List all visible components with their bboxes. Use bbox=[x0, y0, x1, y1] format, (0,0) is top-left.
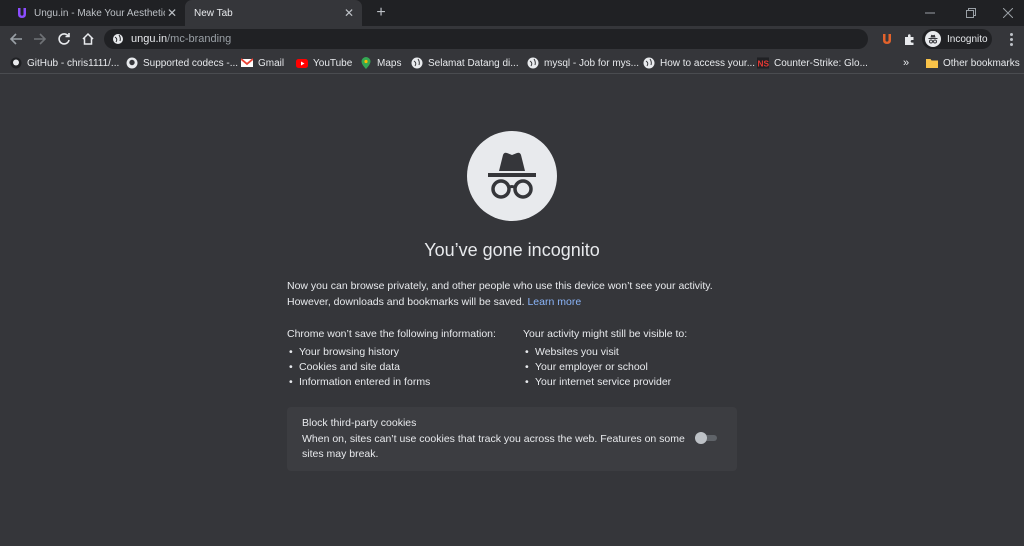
forward-arrow-icon[interactable] bbox=[31, 30, 49, 48]
list-item: Cookies and site data bbox=[287, 360, 517, 375]
learn-more-link[interactable]: Learn more bbox=[527, 296, 581, 308]
intro-line-2: However, downloads and bookmarks will be… bbox=[287, 295, 747, 311]
kebab-menu-icon[interactable] bbox=[1004, 31, 1018, 47]
address-bar[interactable]: ungu.in/mc-branding bbox=[104, 29, 868, 49]
bookmark-label: Maps bbox=[377, 57, 402, 69]
intro-line-1: Now you can browse privately, and other … bbox=[287, 280, 713, 292]
restore-window-icon[interactable] bbox=[951, 0, 991, 26]
url-host: ungu.in bbox=[131, 33, 168, 45]
bookmark-label: Selamat Datang di... bbox=[428, 57, 519, 69]
ungu-logo-icon bbox=[16, 7, 28, 19]
bookmark-label: How to access your... bbox=[660, 57, 756, 69]
toggle-knob bbox=[695, 432, 707, 444]
list-item: Your employer or school bbox=[523, 360, 753, 375]
github-icon bbox=[126, 57, 138, 69]
gmail-icon bbox=[241, 57, 253, 69]
ns-icon: NS bbox=[757, 57, 769, 69]
extensions-puzzle-icon[interactable] bbox=[901, 31, 917, 47]
bookmark-github[interactable]: GitHub - chris1111/... bbox=[10, 52, 119, 74]
incognito-profile-button[interactable]: Incognito bbox=[922, 29, 992, 49]
bookmark-label: Counter-Strike: Glo... bbox=[774, 57, 868, 69]
tab-strip: Ungu.in - Make Your Aesthetic U ✕ New Ta… bbox=[0, 0, 1024, 26]
url-path: /mc-branding bbox=[167, 33, 232, 45]
still-visible-section: Your activity might still be visible to:… bbox=[523, 327, 753, 390]
still-visible-heading: Your activity might still be visible to: bbox=[523, 328, 688, 340]
cookies-title: Block third-party cookies bbox=[302, 417, 417, 429]
bookmark-label: mysql - Job for mys... bbox=[544, 57, 640, 69]
bookmark-supported-codecs[interactable]: Supported codecs -... bbox=[126, 52, 238, 74]
list-item: Information entered in forms bbox=[287, 375, 517, 390]
toolbar: ungu.in/mc-branding Incognito bbox=[0, 26, 1024, 52]
globe-icon bbox=[411, 57, 423, 69]
cookies-description: When on, sites can’t use cookies that tr… bbox=[302, 433, 685, 460]
profile-label: Incognito bbox=[947, 33, 988, 45]
ungu-extension-icon[interactable] bbox=[879, 31, 895, 47]
bookmark-mysql[interactable]: mysql - Job for mys... bbox=[527, 52, 639, 74]
bookmark-counter-strike[interactable]: NS Counter-Strike: Glo... bbox=[757, 52, 868, 74]
bookmark-youtube[interactable]: YouTube bbox=[296, 52, 352, 74]
incognito-intro: Now you can browse privately, and other … bbox=[287, 279, 747, 310]
minimize-window-icon[interactable] bbox=[910, 0, 950, 26]
github-icon bbox=[10, 57, 22, 69]
reload-icon[interactable] bbox=[55, 30, 73, 48]
youtube-icon bbox=[296, 57, 308, 69]
bookmark-label: YouTube bbox=[313, 57, 353, 69]
cookies-toggle[interactable] bbox=[695, 432, 719, 444]
bookmark-label: GitHub - chris1111/... bbox=[27, 57, 120, 69]
bookmark-label: Supported codecs -... bbox=[143, 57, 239, 69]
bookmarks-bar: GitHub - chris1111/... Supported codecs … bbox=[0, 52, 1024, 74]
page-heading: You’ve gone incognito bbox=[424, 240, 600, 260]
bookmark-label: Gmail bbox=[258, 57, 285, 69]
bookmark-gmail[interactable]: Gmail bbox=[241, 52, 284, 74]
bookmarks-overflow-chevron-icon[interactable]: » bbox=[903, 52, 909, 74]
incognito-avatar-icon bbox=[925, 31, 941, 47]
block-third-party-cookies-card: Block third-party cookies When on, sites… bbox=[287, 407, 737, 471]
not-saved-heading: Chrome won’t save the following informat… bbox=[287, 328, 496, 340]
bookmark-selamat-datang[interactable]: Selamat Datang di... bbox=[411, 52, 519, 74]
close-window-icon[interactable] bbox=[988, 0, 1024, 26]
other-bookmarks-label: Other bookmarks bbox=[943, 57, 1020, 69]
tab-ungu[interactable]: Ungu.in - Make Your Aesthetic U ✕ bbox=[8, 0, 185, 26]
back-arrow-icon[interactable] bbox=[7, 30, 25, 48]
not-saved-list: Your browsing history Cookies and site d… bbox=[287, 345, 517, 390]
bookmark-how-to-access[interactable]: How to access your... bbox=[643, 52, 755, 74]
bookmark-maps[interactable]: Maps bbox=[360, 52, 401, 74]
globe-icon bbox=[643, 57, 655, 69]
not-saved-section: Chrome won’t save the following informat… bbox=[287, 327, 517, 390]
home-icon[interactable] bbox=[79, 30, 97, 48]
incognito-hero-icon bbox=[467, 131, 557, 221]
svg-text:NS: NS bbox=[757, 59, 769, 69]
list-item: Your browsing history bbox=[287, 345, 517, 360]
maps-icon bbox=[360, 57, 372, 69]
globe-icon bbox=[527, 57, 539, 69]
close-tab-icon[interactable]: ✕ bbox=[165, 6, 179, 20]
tab-new-tab[interactable]: New Tab ✕ bbox=[185, 0, 362, 26]
site-info-globe-icon[interactable] bbox=[112, 33, 124, 45]
tab-title: New Tab bbox=[194, 7, 233, 19]
intro-line-2-text: However, downloads and bookmarks will be… bbox=[287, 295, 525, 308]
new-tab-plus-icon[interactable]: + bbox=[372, 4, 390, 22]
list-item: Your internet service provider bbox=[523, 375, 753, 390]
other-bookmarks-folder[interactable]: Other bookmarks bbox=[926, 52, 1020, 74]
still-visible-list: Websites you visit Your employer or scho… bbox=[523, 345, 753, 390]
list-item: Websites you visit bbox=[523, 345, 753, 360]
close-tab-icon[interactable]: ✕ bbox=[342, 6, 356, 20]
tab-title: Ungu.in - Make Your Aesthetic U bbox=[34, 7, 165, 19]
folder-icon bbox=[926, 57, 938, 69]
